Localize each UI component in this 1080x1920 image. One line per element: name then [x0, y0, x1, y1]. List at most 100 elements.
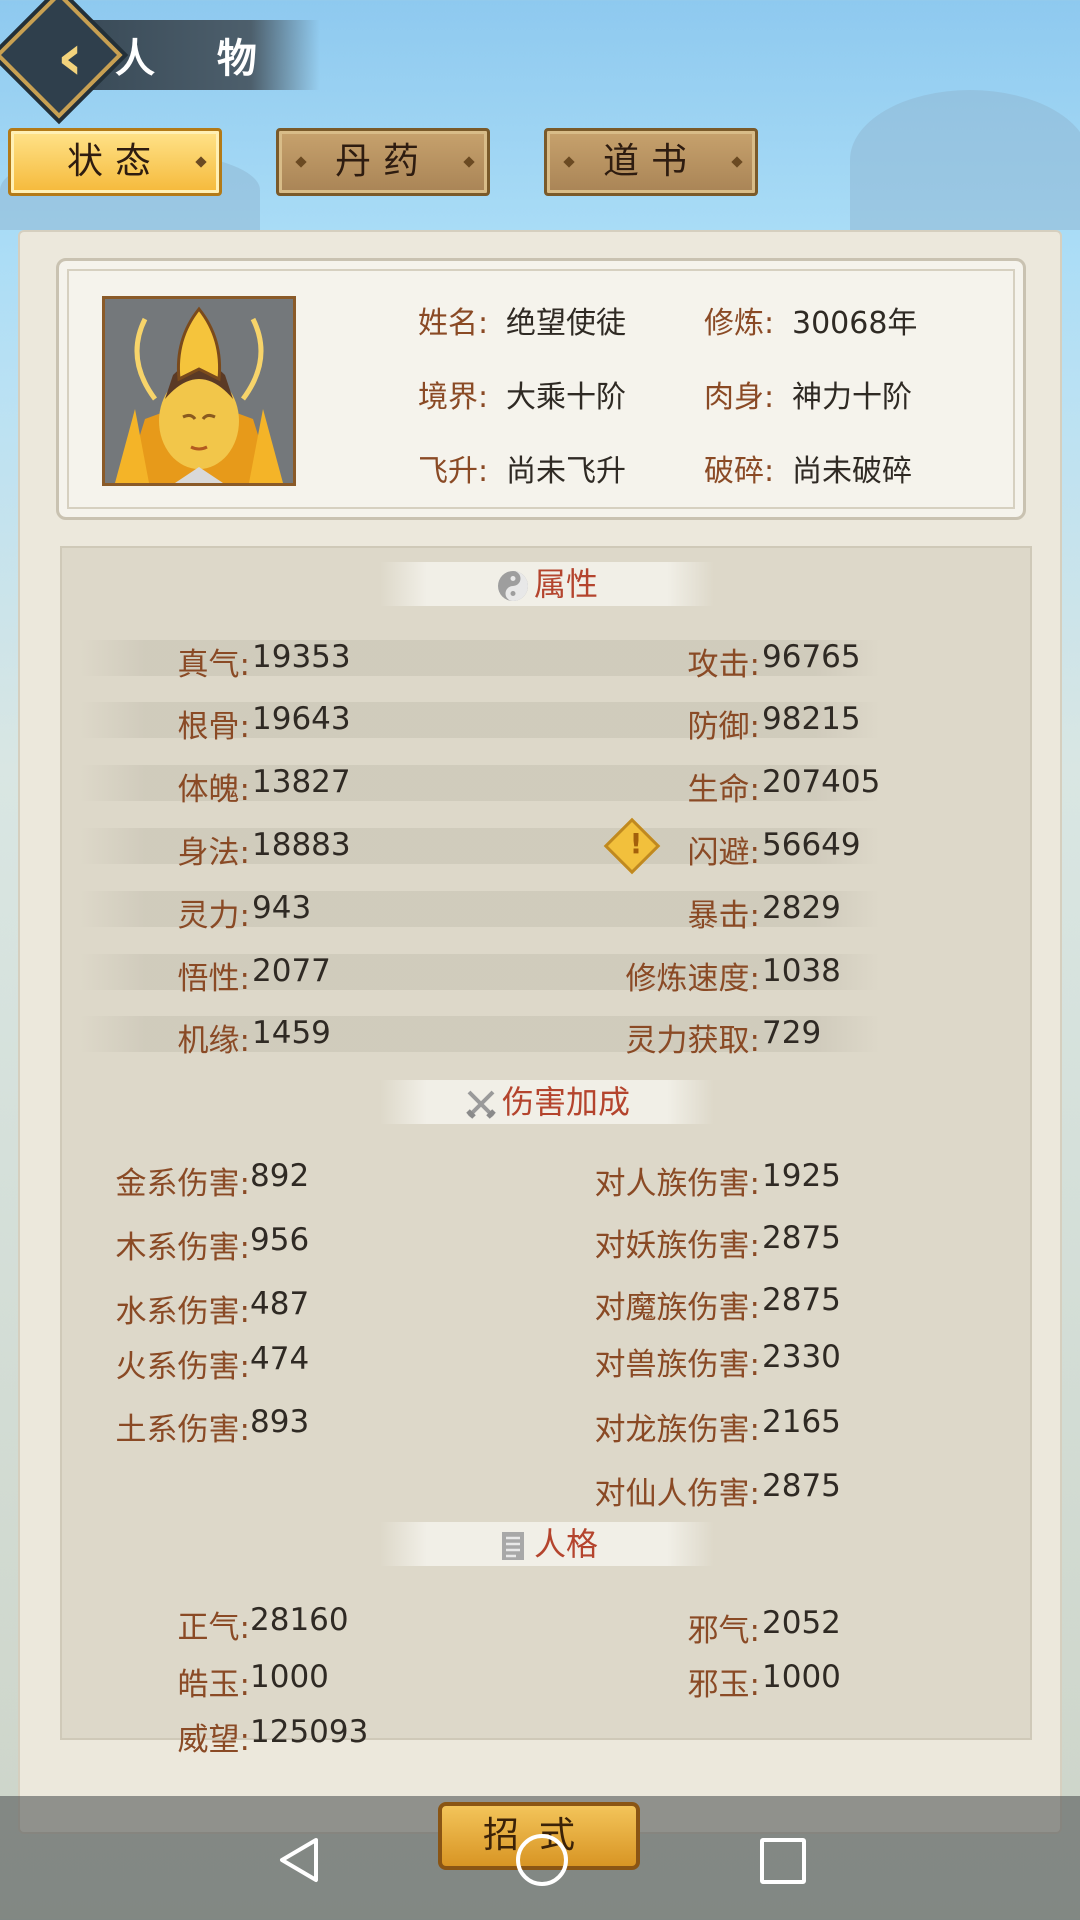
- nav-back-triangle-icon[interactable]: [276, 1836, 324, 1884]
- tab-ornament-icon: [195, 156, 207, 168]
- ascend-value: 尚未飞升: [506, 454, 626, 489]
- section-damage-header: 伤害加成: [380, 1080, 714, 1124]
- tab-label: 丹药: [334, 141, 431, 182]
- personality-label: 威望:: [177, 1722, 250, 1758]
- stat-label: 防御:: [687, 709, 760, 745]
- personality-value: 125093: [250, 1714, 369, 1750]
- stat-value: 18883: [252, 827, 351, 863]
- stat-value: 19643: [252, 701, 351, 737]
- realm-value: 大乘十阶: [506, 380, 626, 415]
- personality-label: 皓玉:: [177, 1667, 250, 1703]
- damage-label: 对人族伤害:: [594, 1166, 760, 1202]
- stat-value: 1459: [252, 1015, 331, 1051]
- personality-label: 邪气:: [687, 1613, 760, 1649]
- body-label: 肉身:: [704, 380, 775, 415]
- tab-status[interactable]: 状态: [8, 128, 222, 196]
- tab-ornament-icon: [463, 156, 475, 168]
- tab-ornament-icon: [731, 156, 743, 168]
- damage-value: 487: [250, 1286, 310, 1322]
- stat-value: 96765: [762, 639, 861, 675]
- crossed-swords-icon: [466, 1090, 496, 1119]
- damage-label: 水系伤害:: [115, 1294, 250, 1330]
- damage-value: 1925: [762, 1158, 841, 1194]
- tab-ornament-icon: [295, 156, 307, 168]
- stat-value: 56649: [762, 827, 861, 863]
- personality-label: 正气:: [177, 1610, 250, 1646]
- stat-label: 机缘:: [177, 1023, 250, 1059]
- damage-value: 2875: [762, 1468, 841, 1504]
- damage-label: 对魔族伤害:: [594, 1290, 760, 1326]
- shatter-value: 尚未破碎: [792, 454, 912, 489]
- name-value: 绝望使徒: [506, 306, 626, 341]
- damage-value: 956: [250, 1222, 310, 1258]
- ascend-label: 飞升:: [418, 454, 489, 489]
- realm-label: 境界:: [418, 380, 489, 415]
- body-value: 神力十阶: [792, 380, 912, 415]
- damage-label: 对兽族伤害:: [594, 1347, 760, 1383]
- stat-label: 灵力:: [177, 898, 250, 934]
- damage-value: 893: [250, 1404, 310, 1440]
- stat-label: 暴击:: [687, 898, 760, 934]
- stat-value: 943: [252, 890, 312, 926]
- scroll-document-icon: [501, 1532, 524, 1560]
- shatter-label: 破碎:: [704, 454, 775, 489]
- damage-value: 474: [250, 1341, 310, 1377]
- name-label: 姓名:: [418, 306, 489, 341]
- damage-value: 2875: [762, 1220, 841, 1256]
- personality-label: 邪玉:: [687, 1667, 760, 1703]
- stat-value: 98215: [762, 701, 861, 737]
- damage-value: 2875: [762, 1282, 841, 1318]
- stat-value: 207405: [762, 764, 881, 800]
- stat-label: 悟性:: [177, 961, 250, 997]
- page-title: 人 物: [115, 35, 281, 82]
- damage-label: 金系伤害:: [115, 1166, 250, 1202]
- damage-value: 2330: [762, 1339, 841, 1375]
- stat-label: 生命:: [687, 772, 760, 808]
- stat-label: 体魄:: [177, 772, 250, 808]
- stat-label: 根骨:: [177, 709, 250, 745]
- tab-pills[interactable]: 丹药: [276, 128, 490, 196]
- cultivation-value: 30068年: [792, 306, 918, 341]
- personality-value: 28160: [250, 1602, 349, 1638]
- damage-label: 对妖族伤害:: [594, 1228, 760, 1264]
- header: ‹ 人 物: [0, 0, 1080, 120]
- damage-label: 木系伤害:: [115, 1230, 250, 1266]
- nav-home-circle-icon[interactable]: [516, 1834, 568, 1886]
- golden-helmet-avatar-icon: [105, 299, 293, 483]
- stat-label: 攻击:: [687, 647, 760, 683]
- stat-label: 修炼速度:: [625, 961, 760, 997]
- stat-label: 身法:: [177, 835, 250, 871]
- stat-value: 2077: [252, 953, 331, 989]
- section-attributes-header: 属性: [380, 562, 714, 606]
- section-title: 伤害加成: [501, 1083, 630, 1121]
- stat-value: 19353: [252, 639, 351, 675]
- damage-value: 2165: [762, 1404, 841, 1440]
- nav-recents-square-icon[interactable]: [760, 1838, 806, 1884]
- stat-value: 1038: [762, 953, 841, 989]
- damage-label: 火系伤害:: [115, 1349, 250, 1385]
- tab-label: 状态: [66, 141, 163, 182]
- section-title: 人格: [533, 1525, 598, 1563]
- stat-label: 闪避:: [687, 835, 760, 871]
- stat-value: 729: [762, 1015, 822, 1051]
- damage-label: 土系伤害:: [115, 1412, 250, 1448]
- yin-yang-icon: [497, 571, 528, 601]
- stat-value: 13827: [252, 764, 351, 800]
- personality-value: 2052: [762, 1605, 841, 1641]
- section-title: 属性: [533, 565, 598, 603]
- tab-ornament-icon: [563, 156, 575, 168]
- stat-label: 真气:: [177, 647, 250, 683]
- personality-value: 1000: [250, 1659, 329, 1695]
- damage-value: 892: [250, 1158, 310, 1194]
- tab-books[interactable]: 道书: [544, 128, 758, 196]
- section-personality-header: 人格: [380, 1522, 714, 1566]
- tab-label: 道书: [602, 141, 699, 182]
- personality-value: 1000: [762, 1659, 841, 1695]
- stat-label: 灵力获取:: [625, 1023, 760, 1059]
- damage-label: 对仙人伤害:: [594, 1476, 760, 1512]
- chevron-left-icon[interactable]: ‹: [30, 18, 110, 98]
- damage-label: 对龙族伤害:: [594, 1412, 760, 1448]
- stat-value: 2829: [762, 890, 841, 926]
- avatar: [102, 296, 296, 486]
- cultivation-label: 修炼:: [704, 306, 775, 341]
